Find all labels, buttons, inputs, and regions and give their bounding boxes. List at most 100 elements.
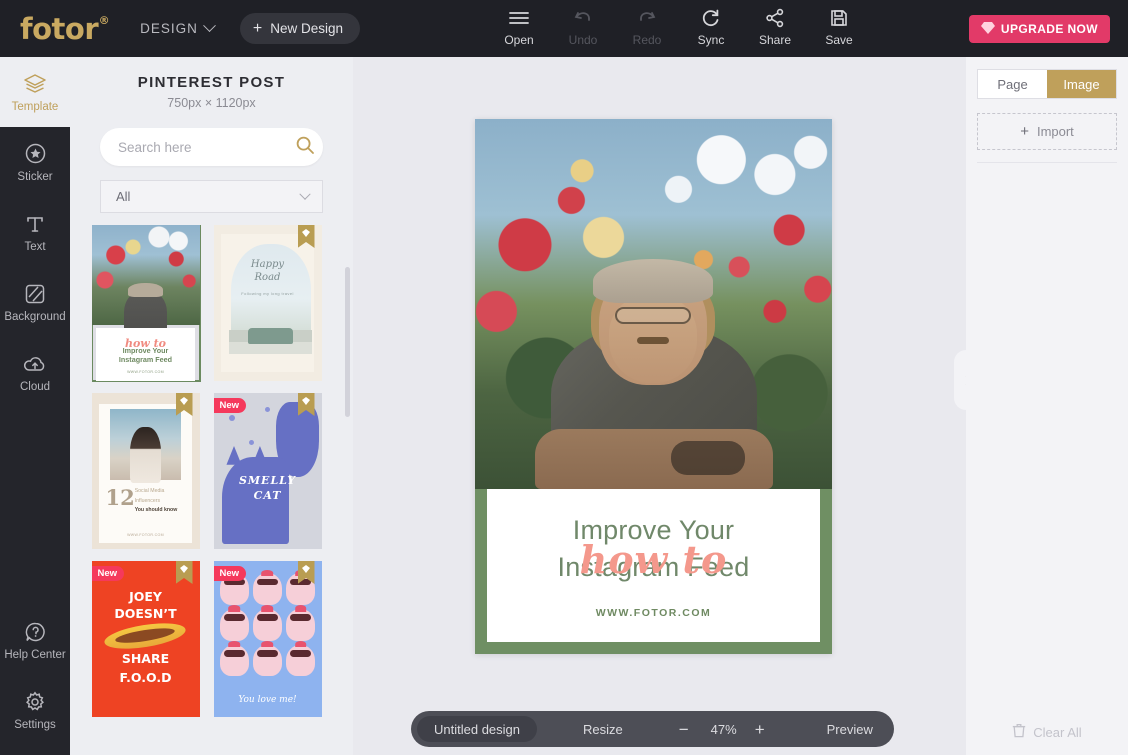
upgrade-now-button[interactable]: UPGRADE NOW xyxy=(968,15,1110,43)
sidebar-item-label: Cloud xyxy=(19,380,51,393)
sidebar-item-label: Help Center xyxy=(4,648,66,661)
template-line-3: SHARE xyxy=(121,651,170,667)
template-line-1: Social Media xyxy=(134,488,165,495)
canvas-stage[interactable]: Improve Your Instagram Feed how to WWW.F… xyxy=(353,57,978,755)
pig-icon xyxy=(252,644,282,677)
share-node-icon xyxy=(765,7,785,29)
template-script-text: how to xyxy=(124,337,167,351)
import-label: Import xyxy=(1036,124,1074,139)
save-button[interactable]: Save xyxy=(807,7,871,47)
new-design-button[interactable]: + New Design xyxy=(239,13,361,44)
template-card-improve-instagram-feed[interactable]: Improve Your Instagram Feed WWW.FOTOR.CO… xyxy=(91,225,201,382)
sidebar-item-help-center[interactable]: Help Center xyxy=(0,605,70,675)
template-note xyxy=(228,414,235,421)
template-line-2: DOESN’T xyxy=(114,606,177,622)
sync-button[interactable]: Sync xyxy=(679,7,743,47)
template-card-social-media-influencers[interactable]: 12 Social Media Influencers You should k… xyxy=(91,393,200,549)
upgrade-label: UPGRADE NOW xyxy=(1000,22,1098,36)
plus-icon: + xyxy=(1020,123,1029,140)
template-subtitle: Following my long travel xyxy=(241,290,294,296)
sidebar-item-cloud[interactable]: Cloud xyxy=(0,337,70,407)
layers-icon xyxy=(23,72,47,96)
pig-icon xyxy=(252,609,282,641)
canvas-figure-tattoo xyxy=(671,441,745,475)
premium-crown-badge xyxy=(175,561,193,584)
template-figure xyxy=(130,427,161,484)
sidebar-item-text[interactable]: Text xyxy=(0,197,70,267)
template-heading: SMELLY CAT xyxy=(214,474,322,504)
template-panel-scrollbar[interactable] xyxy=(345,267,350,417)
search-bar[interactable] xyxy=(100,128,323,166)
template-note xyxy=(265,407,271,413)
fotor-logo[interactable]: fotor ® xyxy=(20,11,110,46)
plus-icon: + xyxy=(252,19,263,37)
canvas-script-text[interactable]: how to xyxy=(487,537,820,582)
bottom-toolbar: Untitled design Resize − 47% + Preview xyxy=(411,711,894,747)
logo-text: fotor xyxy=(20,11,99,46)
canvas-caption-block[interactable]: Improve Your Instagram Feed how to WWW.F… xyxy=(487,489,820,642)
new-badge: New xyxy=(213,566,247,581)
top-bar: fotor ® DESIGN + New Design Open Undo Re… xyxy=(0,0,1128,57)
canvas-dimensions: 750px × 1120px xyxy=(167,96,256,110)
tab-page[interactable]: Page xyxy=(978,70,1047,98)
canvas-url-text[interactable]: WWW.FOTOR.COM xyxy=(487,607,820,619)
template-line-2: CAT xyxy=(253,488,282,502)
open-button[interactable]: Open xyxy=(487,7,551,47)
category-dropdown[interactable]: All xyxy=(100,180,323,213)
new-badge: New xyxy=(213,398,247,413)
pig-icon xyxy=(286,609,316,641)
template-url: WWW.FOTOR.COM xyxy=(127,369,164,374)
share-label: Share xyxy=(758,33,792,47)
template-url: WWW.FOTOR.COM xyxy=(127,532,164,537)
template-card-smelly-cat[interactable]: SMELLY CAT New xyxy=(213,393,322,549)
clear-all-button[interactable]: Clear All xyxy=(966,719,1128,745)
zoom-out-button[interactable]: − xyxy=(679,721,689,738)
template-van xyxy=(248,327,294,344)
redo-button[interactable]: Redo xyxy=(615,7,679,47)
template-card-happy-road[interactable]: Happy Road Following my long travel xyxy=(213,225,322,381)
zoom-in-button[interactable]: + xyxy=(755,721,765,738)
zoom-level-value[interactable]: 47% xyxy=(707,722,741,737)
chevron-down-icon xyxy=(299,188,311,200)
floppy-disk-icon xyxy=(830,7,848,29)
template-line-4: F.O.O.D xyxy=(119,670,172,686)
new-design-label: New Design xyxy=(270,21,344,36)
save-label: Save xyxy=(825,33,853,47)
pig-icon xyxy=(252,573,282,606)
undo-button[interactable]: Undo xyxy=(551,7,615,47)
sidebar-item-sticker[interactable]: Sticker xyxy=(0,127,70,197)
sync-label: Sync xyxy=(697,33,725,47)
design-menu[interactable]: DESIGN xyxy=(140,19,216,36)
sidebar-item-label: Settings xyxy=(14,718,56,731)
clear-all-label: Clear All xyxy=(1033,724,1082,740)
text-t-icon xyxy=(24,212,46,236)
design-name-field[interactable]: Untitled design xyxy=(417,716,537,742)
template-caption: Improve Your Instagram Feed WWW.FOTOR.CO… xyxy=(95,327,196,381)
gear-icon xyxy=(24,690,46,714)
sidebar-item-label: Background xyxy=(4,310,66,323)
template-line-2: Road xyxy=(254,271,281,283)
sidebar-item-background[interactable]: Background xyxy=(0,267,70,337)
diamond-icon xyxy=(980,21,995,37)
design-canvas[interactable]: Improve Your Instagram Feed how to WWW.F… xyxy=(475,119,832,654)
share-button[interactable]: Share xyxy=(743,7,807,47)
sidebar-item-template[interactable]: Template xyxy=(0,57,70,127)
resize-button[interactable]: Resize xyxy=(583,722,623,737)
tab-image[interactable]: Image xyxy=(1047,70,1116,98)
template-card-you-love-me[interactable]: You love me! New xyxy=(213,561,322,717)
search-input[interactable] xyxy=(118,139,295,155)
open-label: Open xyxy=(504,33,534,47)
preview-button[interactable]: Preview xyxy=(827,722,873,737)
template-heading: Happy Road xyxy=(214,259,322,284)
undo-arrow-icon xyxy=(572,7,594,29)
template-card-joey-doesnt-share-food[interactable]: JOEY DOESN’T SHARE F.O.O.D New xyxy=(91,561,200,717)
pig-icon xyxy=(219,609,249,641)
chevron-down-icon xyxy=(203,19,216,33)
magnifier-icon[interactable] xyxy=(295,135,315,160)
template-line-1: You love me! xyxy=(238,694,297,705)
trash-icon xyxy=(1012,723,1026,741)
import-button[interactable]: + Import xyxy=(977,113,1117,150)
registered-mark-icon: ® xyxy=(98,13,110,27)
sidebar-item-settings[interactable]: Settings xyxy=(0,675,70,745)
redo-label: Redo xyxy=(632,33,662,47)
